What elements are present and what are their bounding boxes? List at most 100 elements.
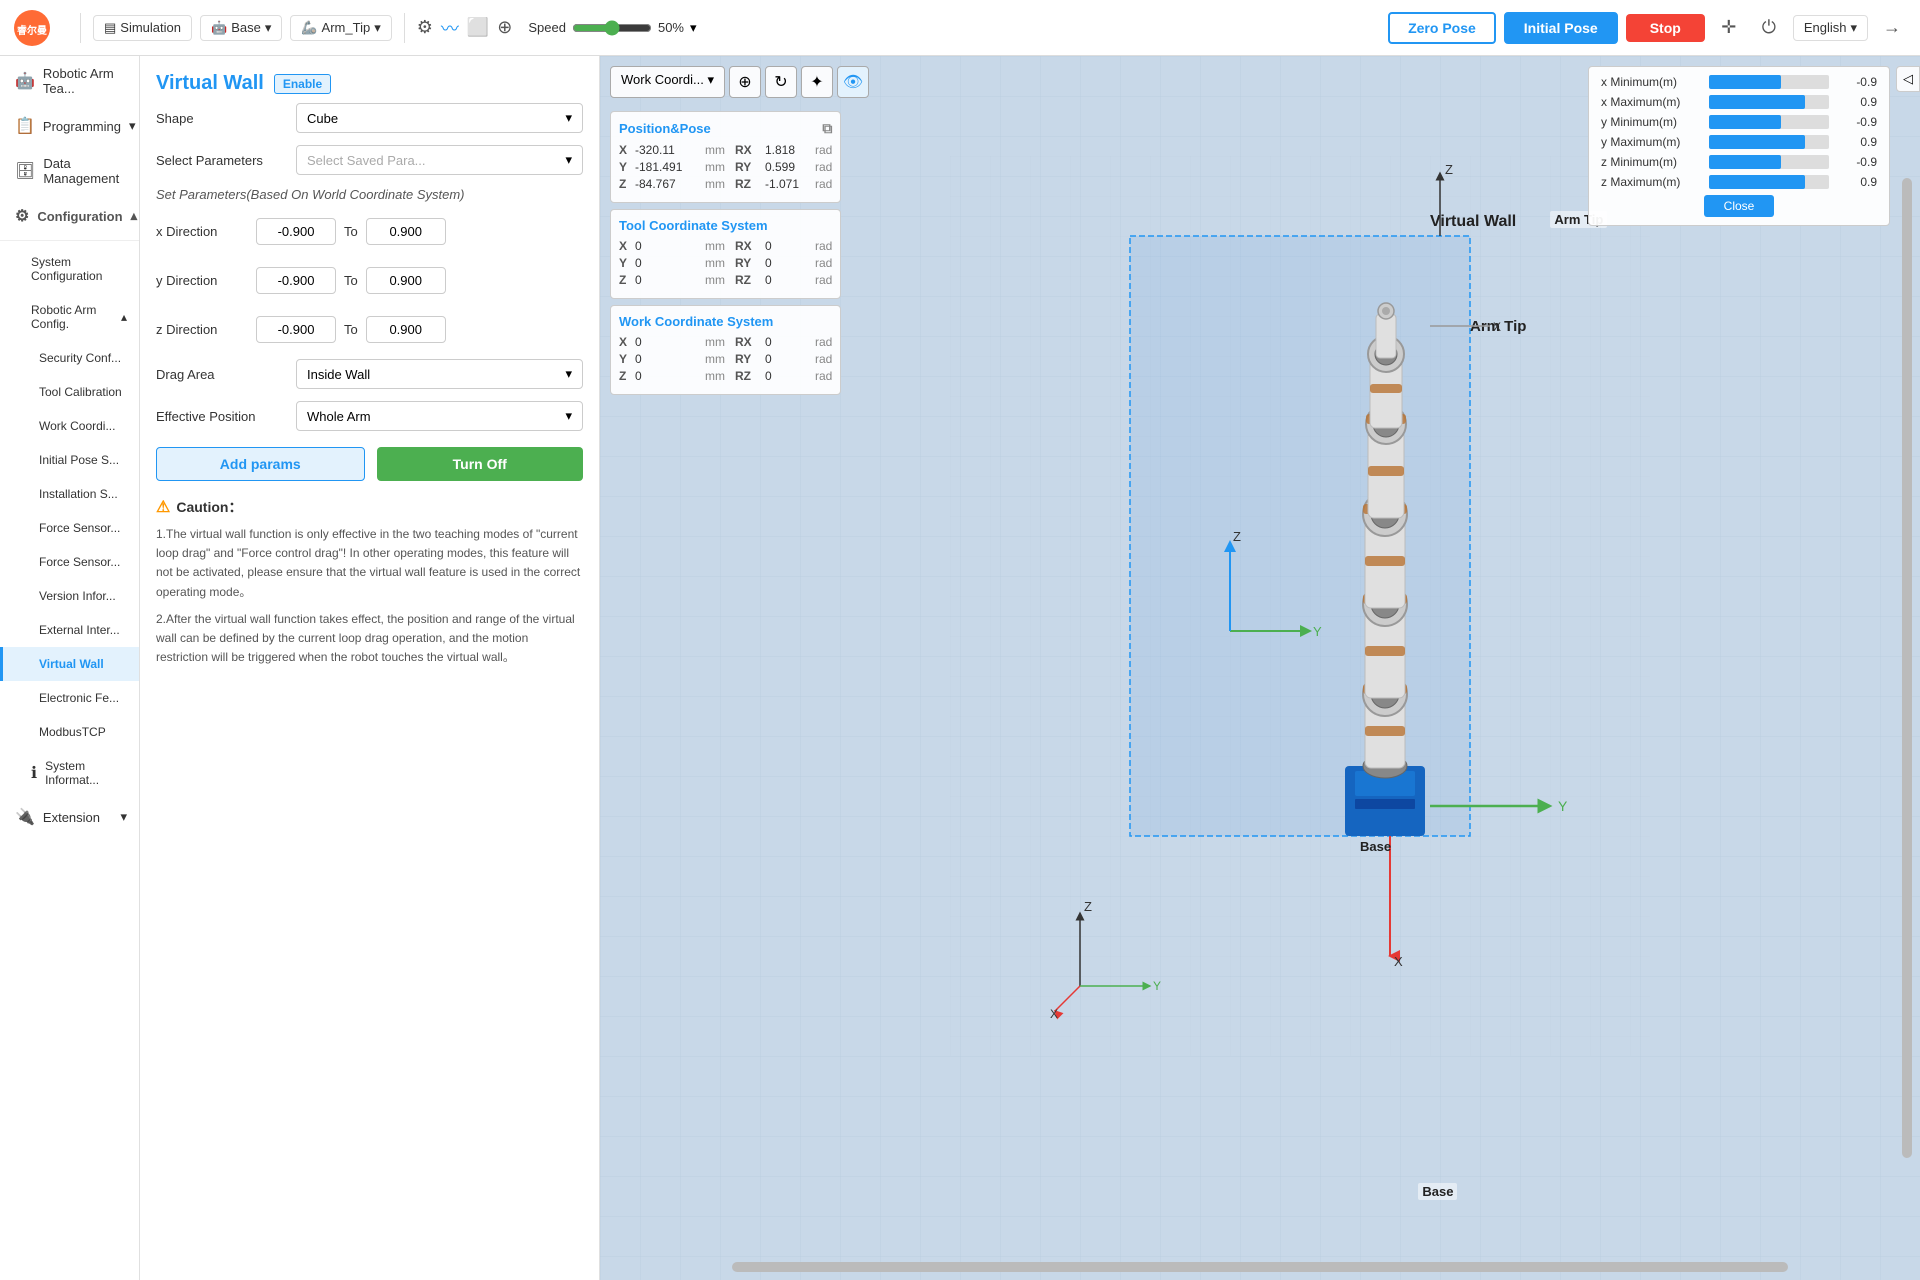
svg-text:X: X [1493, 320, 1501, 334]
svg-text:Base: Base [1360, 839, 1391, 854]
sidebar-item-force-sensor2[interactable]: Force Sensor... [0, 545, 139, 579]
z-min-bar-fill [1709, 155, 1781, 169]
drag-area-chevron-icon: ▾ [565, 366, 572, 382]
sidebar-label-virtual-wall: Virtual Wall [39, 657, 104, 671]
header-right: Zero Pose Initial Pose Stop ✛ ⏻ English … [1388, 12, 1908, 44]
view-tool-button[interactable]: 👁 [837, 66, 869, 98]
x-min-input[interactable] [256, 218, 336, 245]
language-dropdown[interactable]: English ▾ [1793, 15, 1868, 41]
coord-system-select[interactable]: Work Coordi... ▾ [610, 66, 725, 98]
sidebar-item-version-infor[interactable]: Version Infor... [0, 579, 139, 613]
speed-label: Speed [528, 20, 566, 35]
move-tool-button[interactable]: ✦ [801, 66, 833, 98]
x-max-input[interactable] [366, 218, 446, 245]
sidebar-item-system-configuration[interactable]: System Configuration [0, 245, 139, 293]
caution-text-2: 2.After the virtual wall function takes … [156, 610, 583, 668]
power-button[interactable]: ⏻ [1753, 12, 1785, 44]
tool-ry-val: 0 [765, 256, 815, 270]
coord-chevron-icon: ▾ [707, 72, 714, 87]
select-params-select[interactable]: Select Saved Para... ▾ [296, 145, 583, 175]
sidebar-label-work-coordi: Work Coordi... [39, 419, 115, 433]
simulation-button[interactable]: ▤ Simulation [93, 15, 192, 41]
stop-button[interactable]: Stop [1626, 14, 1705, 42]
base-dropdown[interactable]: 🤖 Base ▾ [200, 15, 282, 41]
speed-slider[interactable] [572, 20, 652, 36]
svg-text:Y: Y [1558, 798, 1568, 814]
turn-off-button[interactable]: Turn Off [377, 447, 584, 481]
close-axis-limits-button[interactable]: Close [1704, 195, 1775, 217]
tool-z-val: 0 [635, 273, 705, 287]
robotic-arm-icon: 🤖 [15, 71, 35, 91]
content-area: Virtual Wall Enable Shape Cube ▾ Select … [140, 56, 1920, 1280]
shape-select[interactable]: Cube ▾ [296, 103, 583, 133]
work-z-val: 0 [635, 369, 705, 383]
work-z-row: Z 0 mm RZ 0 rad [619, 369, 832, 383]
sidebar-item-external-inter[interactable]: External Inter... [0, 613, 139, 647]
y-max-input[interactable] [366, 267, 446, 294]
pos-x-row: X -320.11 mm RX 1.818 rad [619, 143, 832, 157]
viewport-scrollbar-vertical[interactable] [1902, 178, 1912, 1157]
sidebar-label-force-sensor1: Force Sensor... [39, 521, 120, 535]
panel-title: Virtual Wall Enable [156, 72, 583, 95]
y-min-input[interactable] [256, 267, 336, 294]
base-icon: 🤖 [211, 20, 227, 36]
y-min-axis-label: y Minimum(m) [1601, 115, 1701, 129]
sidebar-item-extension[interactable]: 🔌 Extension ▾ [0, 797, 139, 837]
sidebar-item-installation-s[interactable]: Installation S... [0, 477, 139, 511]
tool-z-row: Z 0 mm RZ 0 rad [619, 273, 832, 287]
initial-pose-button[interactable]: Initial Pose [1504, 12, 1618, 44]
y-direction-row: y Direction To [156, 261, 583, 300]
crosshair-button[interactable]: ✛ [1713, 12, 1745, 44]
add-params-button[interactable]: Add params [156, 447, 365, 481]
z-min-axis-row: z Minimum(m) -0.9 [1601, 155, 1877, 169]
sidebar-item-tool-calibration[interactable]: Tool Calibration [0, 375, 139, 409]
sidebar-item-work-coordi[interactable]: Work Coordi... [0, 409, 139, 443]
sidebar-label-electronic: Electronic Fe... [39, 691, 119, 705]
header-separator-2 [404, 13, 405, 43]
tool-coord-panel: Tool Coordinate System X 0 mm RX 0 rad Y… [610, 209, 841, 299]
sidebar-label-external: External Inter... [39, 623, 120, 637]
sidebar-item-force-sensor1[interactable]: Force Sensor... [0, 511, 139, 545]
sidebar-item-virtual-wall[interactable]: Virtual Wall [0, 647, 139, 681]
robotic-arm-config-chevron: ▴ [121, 310, 127, 324]
svg-text:Z: Z [1084, 899, 1092, 914]
shape-value: Cube [307, 111, 338, 126]
cursor-tool-button[interactable]: ⊕ [729, 66, 761, 98]
sidebar-item-security-conf[interactable]: Security Conf... [0, 341, 139, 375]
z-min-input[interactable] [256, 316, 336, 343]
logout-button[interactable]: → [1876, 12, 1908, 44]
sidebar-item-initial-pose-s[interactable]: Initial Pose S... [0, 443, 139, 477]
speed-control: Speed 50% ▾ [528, 20, 696, 36]
sidebar-label-extension: Extension [43, 810, 100, 825]
rotate-tool-button[interactable]: ↻ [765, 66, 797, 98]
shape-chevron-icon: ▾ [565, 110, 572, 126]
viewport-scrollbar-horizontal[interactable] [732, 1262, 1788, 1272]
pos-x-val: -320.11 [635, 143, 705, 157]
axis-limits-panel: x Minimum(m) -0.9 x Maximum(m) 0.9 y Min… [1588, 66, 1890, 226]
caution-title: ⚠ Caution： [156, 497, 583, 517]
drag-area-row: Drag Area Inside Wall ▾ [156, 359, 583, 389]
rx-unit: rad [815, 143, 832, 157]
z-min-axis-val: -0.9 [1837, 155, 1877, 169]
effective-position-select[interactable]: Whole Arm ▾ [296, 401, 583, 431]
work-rx-val: 0 [765, 335, 815, 349]
panel-collapse-button[interactable]: ◁ [1896, 66, 1920, 92]
sidebar-item-robotic-arm-tea[interactable]: 🤖 Robotic Arm Tea... [0, 56, 139, 106]
sidebar-item-data-management[interactable]: 🗄 Data Management [0, 146, 139, 196]
drag-area-select[interactable]: Inside Wall ▾ [296, 359, 583, 389]
sidebar-item-programming[interactable]: 📋 Programming ▾ [0, 106, 139, 146]
z-max-input[interactable] [366, 316, 446, 343]
sidebar-item-configuration[interactable]: ⚙ Configuration ▴ [0, 196, 139, 236]
sidebar-item-modbus-tcp[interactable]: ModbusTCP [0, 715, 139, 749]
arm-tip-dropdown[interactable]: 🦾 Arm_Tip ▾ [290, 15, 391, 41]
sidebar-label-robotic-arm: Robotic Arm Tea... [43, 66, 127, 96]
svg-text:X: X [1050, 1007, 1058, 1021]
sidebar-item-system-informat[interactable]: ℹ System Informat... [0, 749, 139, 797]
simulation-label: Simulation [120, 20, 181, 35]
shape-row: Shape Cube ▾ [156, 103, 583, 133]
caution-icon: ⚠ [156, 497, 170, 517]
sidebar-item-robotic-arm-config[interactable]: Robotic Arm Config. ▴ [0, 293, 139, 341]
sidebar-item-electronic-fe[interactable]: Electronic Fe... [0, 681, 139, 715]
zero-pose-button[interactable]: Zero Pose [1388, 12, 1496, 44]
copy-icon[interactable]: ⧉ [822, 120, 832, 137]
